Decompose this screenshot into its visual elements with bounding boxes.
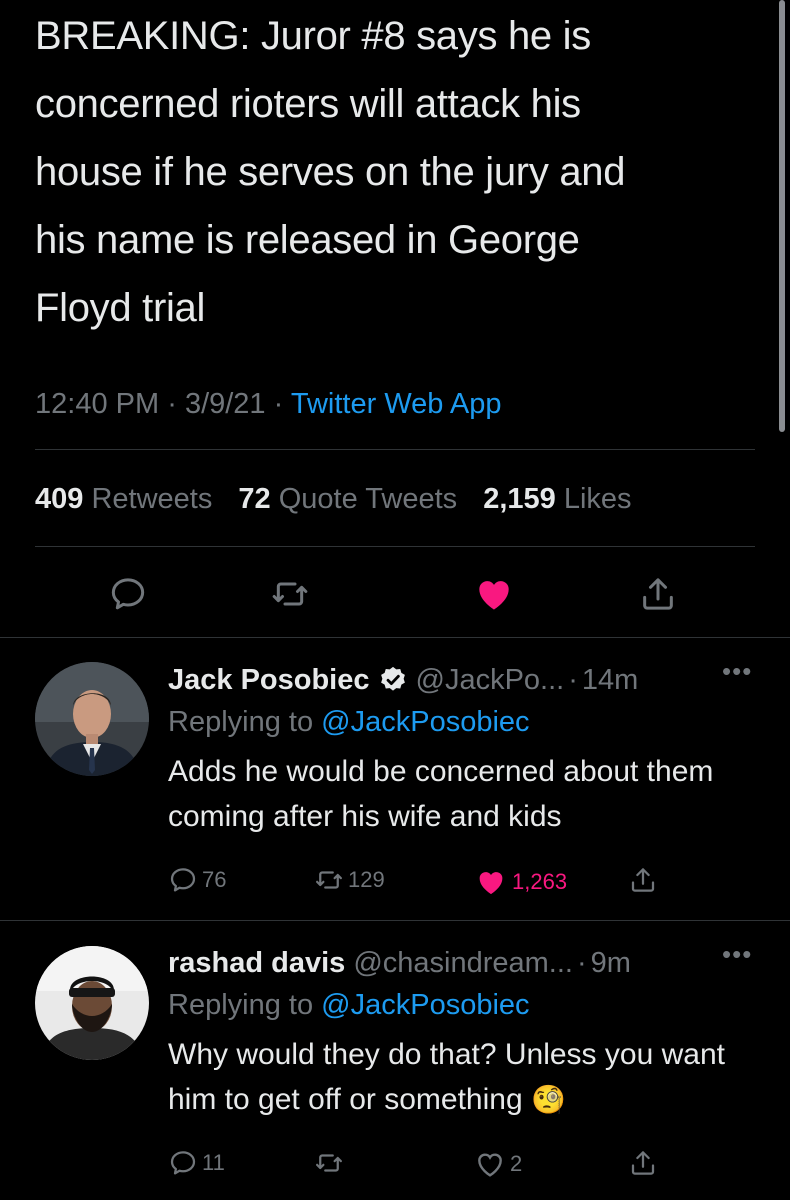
heart-outline-icon (478, 1153, 502, 1177)
reply-actions: 11 2 (168, 1148, 768, 1184)
retweet-count: 129 (348, 867, 385, 892)
reply-count: 76 (202, 867, 227, 892)
reply-time[interactable]: 14m (582, 664, 638, 697)
divider (0, 637, 790, 638)
author-name[interactable]: rashad davis (168, 947, 345, 980)
reply-actions: 76 129 1,263 (168, 865, 768, 901)
replying-to: Replying to @JackPosobiec (168, 706, 530, 738)
reply-text: Adds he would be concerned about them co… (168, 755, 714, 833)
avatar-image (35, 662, 149, 776)
tweet-text-line: Floyd trial (35, 286, 206, 330)
tweet-time[interactable]: 12:40 PM (35, 388, 159, 420)
share-button[interactable] (634, 570, 682, 618)
avatar[interactable] (35, 662, 149, 776)
reply-content: rashad davis @chasindream... · 9m ••• Re… (168, 939, 768, 1122)
share-icon (643, 578, 673, 610)
tweet-text-line: his name is released in George (35, 218, 580, 262)
share-button[interactable] (628, 1148, 662, 1178)
reply-header: rashad davis @chasindream... · 9m ••• (168, 939, 768, 983)
author-handle[interactable]: @JackPo... (416, 664, 565, 697)
like-count: 1,263 (512, 869, 568, 894)
scrollbar[interactable] (779, 0, 785, 432)
reply-header: Jack Posobiec @JackPo... · 14m ••• (168, 656, 768, 700)
replying-to: Replying to @JackPosobiec (168, 989, 530, 1021)
likes-stat[interactable]: 2,159 Likes (483, 483, 631, 515)
reply-text: Why would they do that? Unless you want … (168, 1038, 725, 1116)
monocle-face-emoji: 🧐 (530, 1084, 566, 1115)
divider (35, 449, 755, 450)
avatar[interactable] (35, 946, 149, 1060)
separator: · (568, 663, 578, 696)
share-icon (631, 1151, 655, 1175)
tweet-stats: 409 Retweets 72 Quote Tweets 2,159 Likes (35, 483, 650, 516)
heart-filled-icon (479, 872, 503, 895)
tweet-text-line: house if he serves on the jury and (35, 150, 626, 194)
retweet-button[interactable] (314, 1148, 348, 1178)
author-name[interactable]: Jack Posobiec (168, 664, 370, 697)
reply-count: 11 (202, 1150, 225, 1175)
share-icon (631, 868, 655, 892)
divider (35, 546, 755, 547)
separator: · (273, 388, 284, 420)
reply-button[interactable] (104, 570, 152, 618)
like-count: 2 (510, 1151, 523, 1176)
tweet-source[interactable]: Twitter Web App (291, 388, 502, 420)
reply-time[interactable]: 9m (591, 947, 631, 980)
separator: · (167, 388, 177, 420)
more-options-icon[interactable]: ••• (722, 939, 752, 970)
retweet-icon (316, 1154, 342, 1172)
retweet-icon (272, 582, 308, 606)
verified-badge-icon (380, 666, 405, 691)
like-button[interactable]: 2 (474, 1148, 522, 1180)
avatar-image (35, 946, 149, 1060)
share-button[interactable] (628, 865, 662, 895)
like-button[interactable]: 1,263 (474, 865, 567, 899)
reply-icon (111, 578, 145, 610)
like-button[interactable] (470, 570, 518, 618)
replying-to-handle[interactable]: @JackPosobiec (321, 989, 529, 1021)
reply-content: Jack Posobiec @JackPo... · 14m ••• Reply… (168, 656, 768, 839)
reply-icon (170, 868, 196, 892)
divider (0, 920, 790, 921)
tweet-text: BREAKING: Juror #8 says he is concerned … (35, 2, 755, 342)
more-options-icon[interactable]: ••• (722, 656, 752, 687)
retweet-icon (316, 871, 342, 889)
reply-icon (170, 1151, 196, 1175)
tweet-date[interactable]: 3/9/21 (185, 388, 266, 420)
quote-tweets-stat[interactable]: 72 Quote Tweets (238, 483, 457, 515)
reply-button[interactable]: 76 (168, 865, 226, 895)
heart-filled-icon (479, 581, 509, 610)
tweet-text-line: BREAKING: Juror #8 says he is (35, 14, 591, 58)
replying-to-handle[interactable]: @JackPosobiec (321, 706, 529, 738)
tweet-text-line: concerned rioters will attack his (35, 82, 581, 126)
tweet-meta: 12:40 PM · 3/9/21 · Twitter Web App (35, 388, 501, 421)
reply-button[interactable]: 11 (168, 1148, 225, 1178)
separator: · (576, 946, 587, 979)
author-handle[interactable]: @chasindream... (353, 947, 573, 980)
tweet-actions (0, 570, 790, 620)
retweet-button[interactable]: 129 (314, 865, 385, 895)
retweet-button[interactable] (266, 570, 314, 618)
retweets-stat[interactable]: 409 Retweets (35, 483, 212, 515)
